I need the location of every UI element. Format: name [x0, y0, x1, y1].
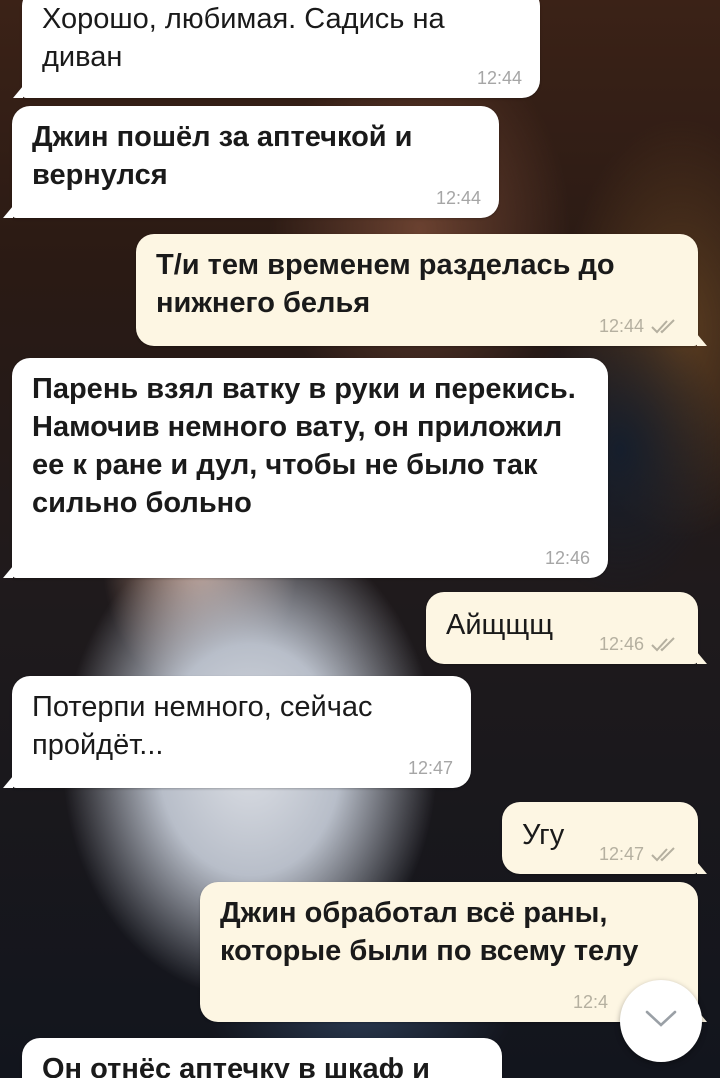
message-time: 12:46 [544, 548, 590, 568]
scroll-to-bottom-button[interactable] [620, 980, 702, 1062]
message-bubble[interactable]: Парень взял ватку в руки и перекись. Нам… [3, 358, 608, 578]
chat-area: Хорошо, любимая. Садись на диван 12:44 Д… [0, 0, 720, 1078]
message-bubble[interactable]: Хорошо, любимая. Садись на диван 12:44 [13, 0, 540, 98]
message-bubble[interactable]: Он отнёс аптечку в шкаф и [22, 1038, 502, 1078]
message-meta: 12:46 [545, 548, 590, 568]
double-check-icon [650, 636, 680, 652]
message-meta: 12:4 [573, 992, 608, 1012]
message-text: Джин обработал всё раны, которые были по… [220, 897, 639, 967]
message-bubble[interactable]: Т/и тем временем разделась до нижнего бе… [136, 234, 707, 346]
message-meta: 12:47 [408, 758, 453, 778]
message-meta: 12:46 [599, 634, 680, 654]
message-bubble[interactable]: Угу 12:47 [502, 802, 707, 874]
message-time: 12:44 [476, 68, 522, 88]
message-bubble[interactable]: Потерпи немного, сейчас пройдёт... 12:47 [3, 676, 471, 788]
message-time: 12:44 [435, 188, 481, 208]
message-text: Парень взял ватку в руки и перекись. Нам… [32, 373, 576, 519]
chevron-down-icon [644, 1009, 678, 1034]
message-meta: 12:44 [599, 316, 680, 336]
message-time: 12:4 [572, 992, 608, 1012]
message-text: Джин пошёл за аптечкой и вернулся [32, 121, 413, 191]
message-time: 12:47 [407, 758, 453, 778]
message-meta: 12:44 [436, 188, 481, 208]
message-text: Потерпи немного, сейчас пройдёт... [32, 691, 373, 761]
double-check-icon [650, 318, 680, 334]
message-time: 12:47 [598, 844, 644, 864]
message-bubble[interactable]: Джин обработал всё раны, которые были по… [200, 882, 707, 1022]
message-time: 12:46 [598, 634, 644, 654]
message-time: 12:44 [598, 316, 644, 336]
message-bubble[interactable]: Айщщщ 12:46 [426, 592, 707, 664]
message-bubble[interactable]: Джин пошёл за аптечкой и вернулся 12:44 [3, 106, 499, 218]
message-text: Он отнёс аптечку в шкаф и [42, 1053, 430, 1078]
message-text: Хорошо, любимая. Садись на диван [42, 3, 445, 73]
double-check-icon [650, 846, 680, 862]
message-meta: 12:44 [477, 68, 522, 88]
message-text: Т/и тем временем разделась до нижнего бе… [156, 249, 615, 319]
message-meta: 12:47 [599, 844, 680, 864]
